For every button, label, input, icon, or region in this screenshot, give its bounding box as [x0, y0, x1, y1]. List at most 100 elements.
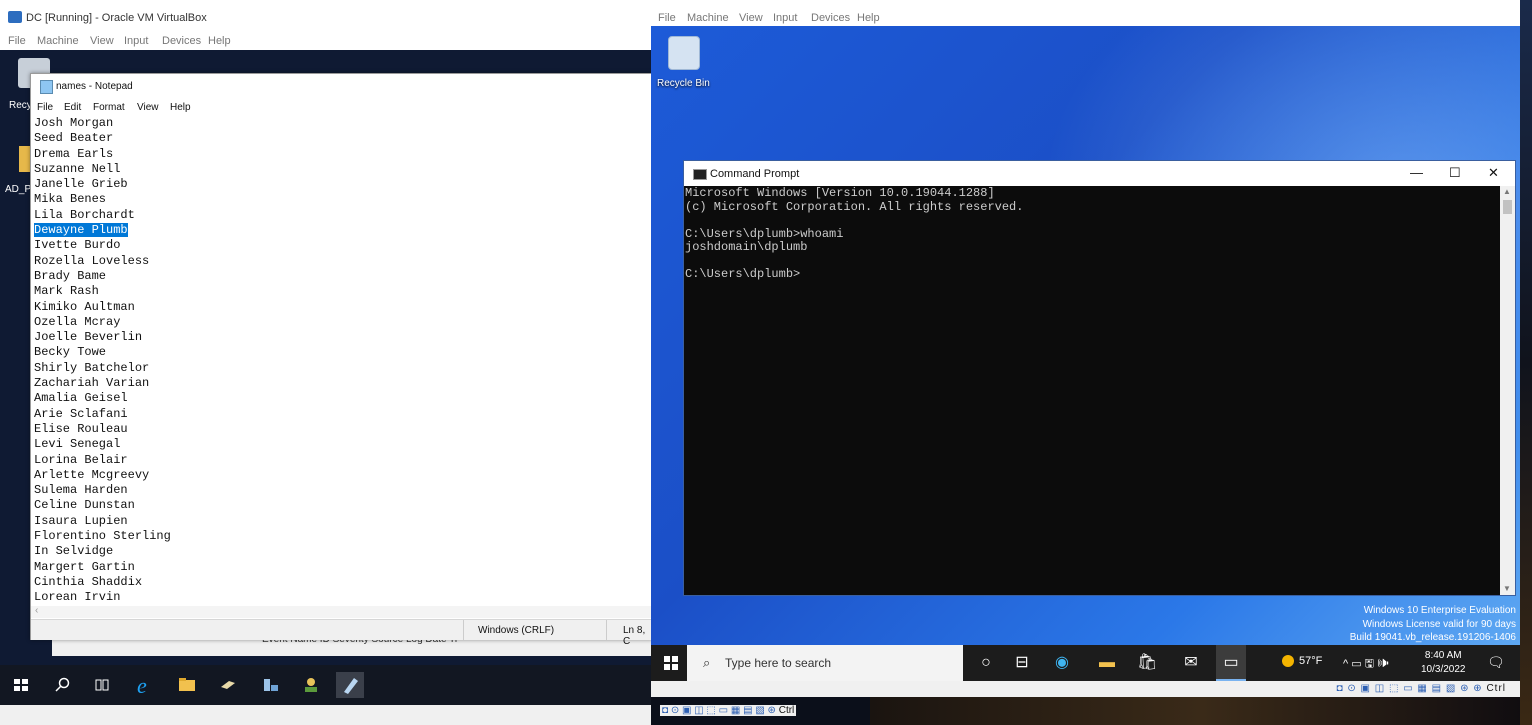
notepad-line: Cinthia Shaddix [34, 575, 649, 590]
watermark-line-edition: Windows 10 Enterprise Evaluation [1363, 605, 1516, 616]
win10-taskbar: ⌕ Type here to search ○ ⊟ ◉ ▬ 🛍 ✉ ▭ 57°F… [651, 645, 1520, 681]
notepad-menu-file[interactable]: File [37, 102, 53, 113]
notepad-menu-help[interactable]: Help [170, 102, 191, 113]
windows-watermark: Windows 10 Enterprise Evaluation Windows… [1350, 604, 1516, 645]
close-icon[interactable]: ✕ [1488, 165, 1499, 181]
right-vm-statusbar: ◘ ⊙ ▣ ◫ ⬚ ▭ ▦ ▤ ▧ ⊛ ⊕ Ctrl [651, 681, 1520, 697]
notepad-line: Ivette Burdo [34, 238, 649, 253]
notepad-icon [40, 80, 53, 94]
store-icon[interactable]: 🛍 [1137, 653, 1157, 673]
menu-help[interactable]: Help [208, 35, 231, 47]
notepad-line: Levi Senegal [34, 437, 649, 452]
menu-machine[interactable]: Machine [37, 35, 79, 47]
cmd-titlebar[interactable]: Command Prompt — ☐ ✕ [684, 161, 1515, 186]
search-placeholder: Type here to search [725, 656, 832, 670]
file-explorer-icon[interactable] [178, 677, 196, 693]
menu-view[interactable]: View [90, 35, 114, 47]
notepad-line-text: Mark Rash [34, 284, 99, 299]
menu-file[interactable]: File [8, 35, 26, 47]
notepad-line-text: Suzanne Nell [34, 161, 121, 176]
host-wallpaper-edge [1520, 0, 1532, 725]
right-menu-devices[interactable]: Devices [811, 12, 850, 24]
notepad-line: Amalia Geisel [34, 391, 649, 406]
weather-widget[interactable]: 57°F [1282, 655, 1323, 668]
cmd-title: Command Prompt [710, 168, 800, 180]
notepad-menubar: File Edit Format View Help [31, 98, 652, 116]
svg-text:e: e [137, 674, 147, 696]
cortana-icon[interactable]: ○ [976, 653, 996, 673]
right-vm-menubar: File Machine View Input Devices Help [651, 0, 1520, 26]
cmd-vertical-scrollbar[interactable]: ▲ ▼ [1500, 186, 1515, 595]
notepad-line: Becky Towe [34, 345, 649, 360]
right-menu-file[interactable]: File [658, 12, 676, 24]
notepad-line-text: Isaura Lupien [34, 513, 128, 528]
notepad-titlebar[interactable]: names - Notepad [31, 74, 652, 98]
minimize-icon[interactable]: — [1410, 165, 1423, 180]
taskbar-search-box[interactable]: ⌕ Type here to search [687, 645, 963, 681]
notepad-line-text: Joelle Beverlin [34, 330, 143, 345]
right-menu-view[interactable]: View [739, 12, 763, 24]
notepad-line-text: Lorean Irvin [34, 590, 121, 605]
notepad-line-text: Seed Beater [34, 131, 114, 146]
status-encoding: Windows (CRLF) [478, 625, 555, 636]
notepad-text-area[interactable]: Josh Morgan Seed Beater Drema Earls Suzanne… [34, 116, 649, 606]
windows-start-icon[interactable] [664, 656, 678, 670]
notepad-line-text: Rozella Loveless [34, 253, 150, 268]
notepad-statusbar: Windows (CRLF) Ln 8, C [31, 619, 652, 647]
notepad-line: Florentino Sterling [34, 529, 649, 544]
notepad-line-text: Arlette Mcgreevy [34, 467, 150, 482]
notepad-line-text: Becky Towe [34, 345, 107, 360]
taskbar-clock[interactable]: 8:40 AM 10/3/2022 [1421, 649, 1466, 677]
cmd-taskbar-icon[interactable]: ▭ [1216, 645, 1246, 681]
ad-users-icon[interactable] [262, 677, 280, 693]
notepad-menu-format[interactable]: Format [93, 102, 125, 113]
right-menu-machine[interactable]: Machine [687, 12, 729, 24]
right-menu-help[interactable]: Help [857, 12, 880, 24]
notepad-line: Kimiko Aultman [34, 300, 649, 315]
weather-temperature: 57°F [1299, 655, 1323, 667]
left-vm-statusbar [0, 705, 651, 725]
notepad-horizontal-scrollbar[interactable]: ‹ [31, 605, 652, 618]
system-tray-icons[interactable]: ^ ▭ 🖫 🕪 [1343, 655, 1389, 674]
notepad-line-text: Cinthia Shaddix [34, 574, 143, 589]
edge-icon[interactable]: ◉ [1052, 653, 1072, 673]
task-view-icon[interactable]: ⊟ [1012, 653, 1032, 673]
notepad-menu-edit[interactable]: Edit [64, 102, 81, 113]
scroll-down-icon[interactable]: ▼ [1503, 584, 1511, 593]
right-menu-input[interactable]: Input [773, 12, 797, 24]
search-icon: ⌕ [703, 655, 711, 670]
scroll-up-icon[interactable]: ▲ [1503, 187, 1511, 196]
notification-icon[interactable]: 🗨 [1487, 654, 1505, 671]
right-host-key-label: Ctrl [1486, 683, 1506, 694]
menu-input[interactable]: Input [124, 35, 148, 47]
search-icon[interactable] [54, 677, 72, 693]
mail-icon[interactable]: ✉ [1181, 653, 1201, 673]
internet-explorer-icon[interactable]: e [135, 674, 157, 696]
notepad-line: Zachariah Varian [34, 376, 649, 391]
notepad-window: names - Notepad File Edit Format View He… [30, 73, 653, 647]
notepad-menu-view[interactable]: View [137, 102, 159, 113]
left-host-key-label: Ctrl [778, 705, 795, 716]
notepad-line-text: Brady Bame [34, 268, 107, 283]
notepad-line-text: Dewayne Plumb [34, 223, 128, 238]
notepad-taskbar-icon[interactable] [336, 672, 364, 698]
recycle-bin-icon[interactable] [668, 36, 700, 70]
scroll-left-icon[interactable]: ‹ [35, 605, 38, 616]
recycle-bin-label: Recy [9, 100, 32, 111]
notepad-line: Mark Rash [34, 284, 649, 299]
user-icon[interactable] [302, 677, 320, 693]
windows-start-icon[interactable] [12, 677, 30, 693]
notepad-line: Arlette Mcgreevy [34, 468, 649, 483]
server-manager-icon[interactable] [219, 677, 237, 693]
notepad-line: Josh Morgan [34, 116, 649, 131]
notepad-line-text: Florentino Sterling [34, 529, 171, 544]
cmd-console-output[interactable]: Microsoft Windows [Version 10.0.19044.12… [684, 186, 1499, 596]
notepad-line-text: Lila Borchardt [34, 207, 135, 222]
file-explorer-icon[interactable]: ▬ [1097, 653, 1117, 673]
scrollbar-thumb[interactable] [1503, 200, 1512, 214]
task-view-icon[interactable] [93, 677, 111, 693]
menu-devices[interactable]: Devices [162, 35, 201, 47]
maximize-icon[interactable]: ☐ [1449, 165, 1461, 181]
notepad-line-text: Janelle Grieb [34, 177, 128, 192]
notepad-line: Celine Dunstan [34, 498, 649, 513]
